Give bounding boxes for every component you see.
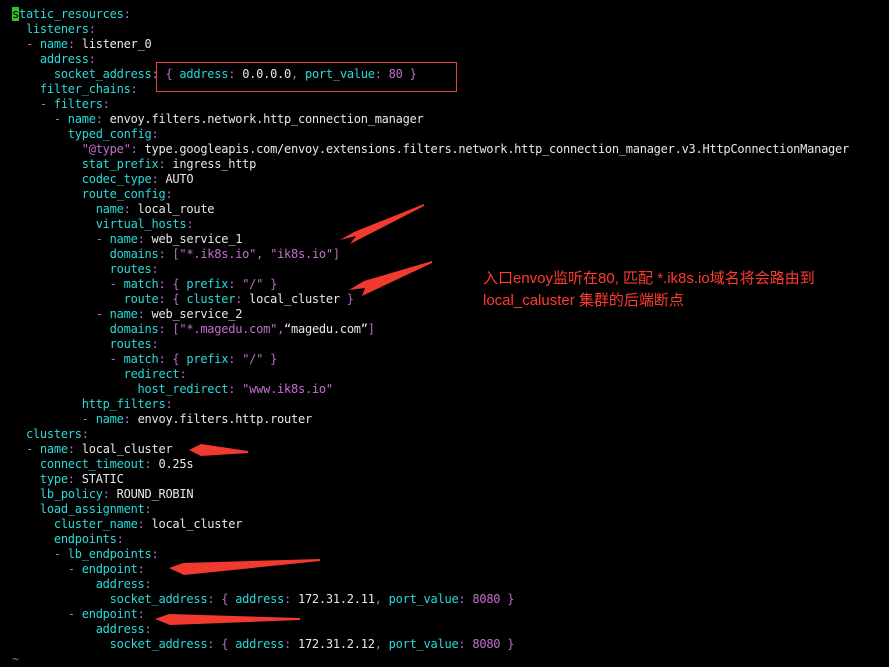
annotation-line-1: 入口envoy监听在80, 匹配 *.ik8s.io域名将会路由到 — [483, 270, 815, 287]
annotation-arrows — [155, 204, 432, 625]
arrow-to-endpoint-1 — [169, 559, 320, 575]
annotation-line-2: local_caluster 集群的后端断点 — [483, 292, 684, 309]
arrow-to-route-cluster — [349, 261, 432, 296]
annotation-text: 入口envoy监听在80, 匹配 *.ik8s.io域名将会路由到 local_… — [483, 268, 863, 312]
arrow-to-web-service-1 — [340, 204, 424, 244]
arrow-to-local-cluster — [189, 444, 248, 456]
arrow-to-endpoint-2 — [155, 614, 300, 625]
